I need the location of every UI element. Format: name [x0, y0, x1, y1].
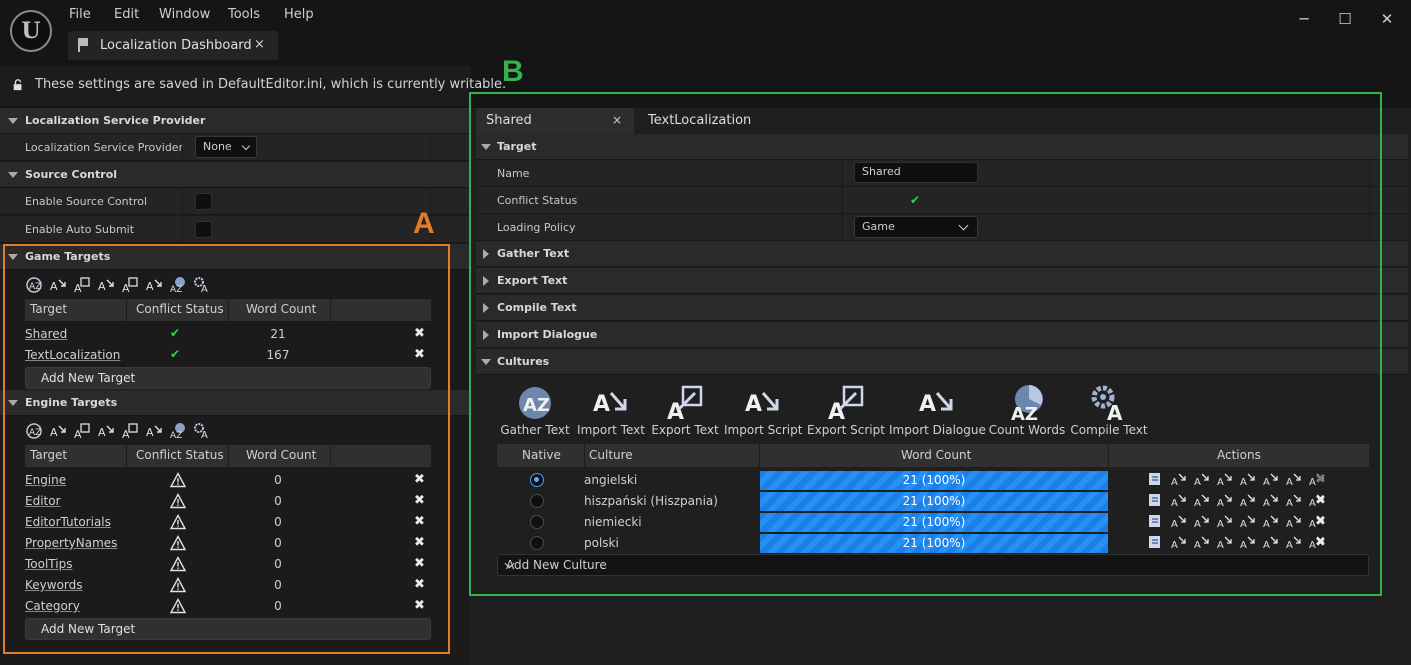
tab-flag-icon [78, 38, 88, 52]
row-localization-service-provider: Localization Service Provider None [0, 134, 470, 161]
provider-dropdown[interactable]: None [195, 136, 257, 158]
property-label: Enable Source Control [25, 195, 148, 208]
menu-help[interactable]: Help [284, 7, 314, 22]
section-localization-service-provider[interactable]: Localization Service Provider [0, 108, 470, 134]
minimize-button[interactable]: ─ [1294, 10, 1314, 28]
tab-label: Localization Dashboard [100, 38, 252, 53]
unreal-logo-icon[interactable]: U [10, 10, 52, 52]
menu-window[interactable]: Window [159, 7, 210, 22]
row-enable-auto-submit: Enable Auto Submit [0, 216, 470, 243]
chevron-down-icon [241, 141, 251, 151]
property-label: Localization Service Provider [25, 141, 184, 154]
unlock-icon [13, 79, 22, 91]
enable-auto-submit-checkbox[interactable] [195, 221, 212, 238]
enable-source-control-checkbox[interactable] [195, 193, 212, 210]
property-label: Enable Auto Submit [25, 223, 135, 236]
tab-close-icon[interactable]: × [254, 37, 265, 52]
annotation-label-a: A [413, 207, 435, 240]
tab-localization-dashboard[interactable]: Localization Dashboard × [68, 31, 278, 60]
menu-file[interactable]: File [69, 7, 91, 22]
annotation-box-a [3, 244, 450, 654]
section-title: Localization Service Provider [25, 114, 206, 127]
collapse-triangle-icon [8, 172, 18, 178]
close-window-button[interactable]: ✕ [1377, 10, 1397, 28]
section-title: Source Control [25, 168, 118, 181]
provider-value: None [203, 140, 232, 153]
annotation-label-b: B [502, 55, 524, 88]
menu-tools[interactable]: Tools [228, 7, 260, 22]
maximize-button[interactable]: ☐ [1335, 10, 1355, 28]
section-source-control[interactable]: Source Control [0, 162, 470, 188]
settings-info-text: These settings are saved in DefaultEdito… [35, 77, 507, 92]
annotation-box-b [469, 92, 1382, 596]
row-enable-source-control: Enable Source Control [0, 188, 470, 215]
collapse-triangle-icon [8, 118, 18, 124]
menu-edit[interactable]: Edit [114, 7, 139, 22]
